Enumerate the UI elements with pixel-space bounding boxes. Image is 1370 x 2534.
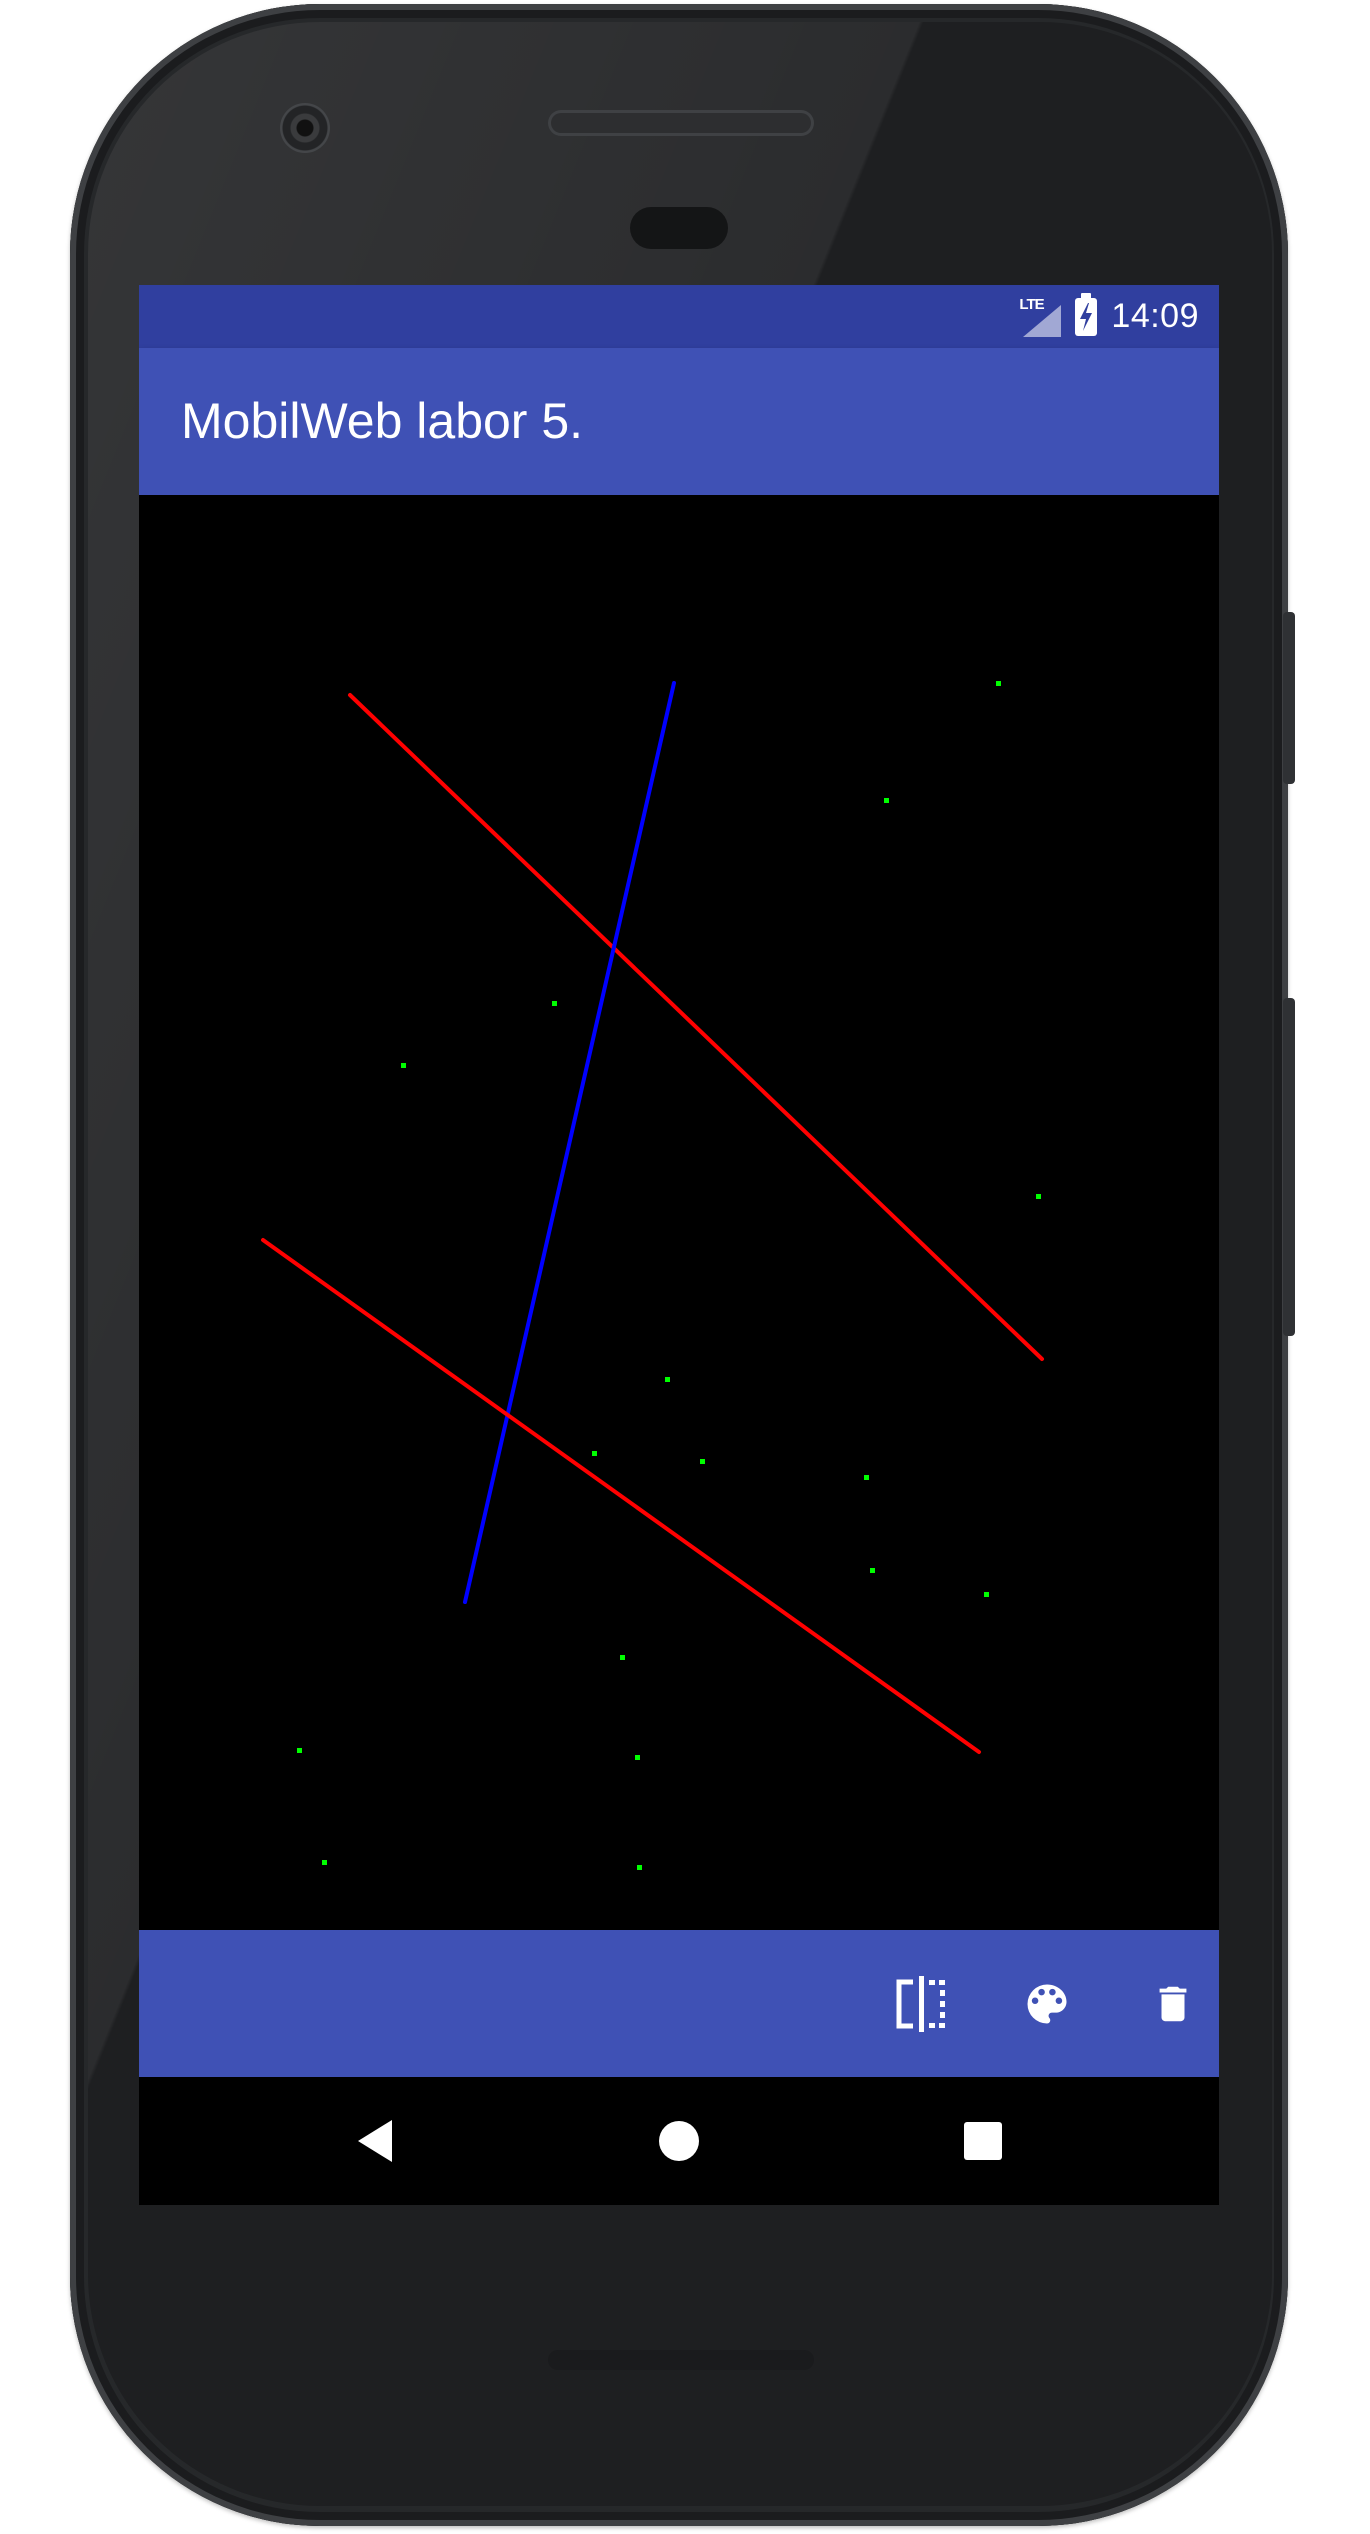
drawing-canvas[interactable] — [139, 495, 1219, 1930]
drawn-point-5 — [1036, 1194, 1041, 1199]
device-screen: LTE 14:09 MobilWeb labor 5. — [139, 285, 1219, 2205]
recents-button[interactable] — [943, 2101, 1023, 2181]
drawn-point-1 — [996, 681, 1001, 686]
drawn-line-1 — [348, 693, 1044, 1361]
status-clock: 14:09 — [1111, 297, 1199, 335]
drawn-point-11 — [984, 1592, 989, 1597]
drawn-point-14 — [635, 1755, 640, 1760]
drawn-line-3 — [261, 1238, 981, 1754]
drawn-point-2 — [884, 798, 889, 803]
drawn-point-3 — [552, 1001, 557, 1006]
signal-icon: LTE — [1017, 295, 1062, 339]
navigation-bar — [139, 2077, 1219, 2205]
home-icon — [659, 2121, 699, 2161]
volume-rocker — [1283, 998, 1295, 1336]
delete-icon — [1159, 1986, 1187, 2022]
back-button[interactable] — [335, 2101, 415, 2181]
app-bar: MobilWeb labor 5. — [139, 348, 1219, 495]
drawn-point-15 — [322, 1860, 327, 1865]
recents-icon — [964, 2122, 1002, 2160]
drawn-point-8 — [700, 1459, 705, 1464]
split-icon — [896, 1976, 945, 2032]
drawn-line-2 — [463, 681, 676, 1604]
back-icon — [358, 2120, 392, 2162]
home-button[interactable] — [639, 2101, 719, 2181]
earpiece-speaker — [548, 110, 814, 136]
drawn-point-10 — [870, 1568, 875, 1573]
network-type-label: LTE — [1019, 295, 1044, 313]
bottom-speaker — [548, 2350, 814, 2370]
split-view-button[interactable] — [883, 1966, 959, 2042]
drawn-point-16 — [637, 1865, 642, 1870]
status-bar: LTE 14:09 — [139, 285, 1219, 348]
front-camera — [280, 103, 330, 153]
status-indicators: LTE 14:09 — [1017, 285, 1199, 348]
drawn-point-12 — [620, 1655, 625, 1660]
bottom-toolbar — [139, 1930, 1219, 2077]
device-frame: LTE 14:09 MobilWeb labor 5. — [0, 0, 1370, 2534]
drawn-point-13 — [297, 1748, 302, 1753]
color-palette-button[interactable] — [1009, 1966, 1085, 2042]
drawn-point-9 — [864, 1475, 869, 1480]
proximity-sensor — [630, 207, 728, 249]
delete-button[interactable] — [1135, 1966, 1211, 2042]
palette-icon — [1027, 1984, 1067, 2024]
drawn-point-4 — [401, 1063, 406, 1068]
drawn-point-6 — [665, 1377, 670, 1382]
battery-charging-icon — [1075, 292, 1098, 336]
drawn-point-7 — [592, 1451, 597, 1456]
app-title: MobilWeb labor 5. — [181, 393, 584, 449]
canvas-drawing — [261, 681, 1044, 1870]
power-button — [1283, 612, 1295, 784]
